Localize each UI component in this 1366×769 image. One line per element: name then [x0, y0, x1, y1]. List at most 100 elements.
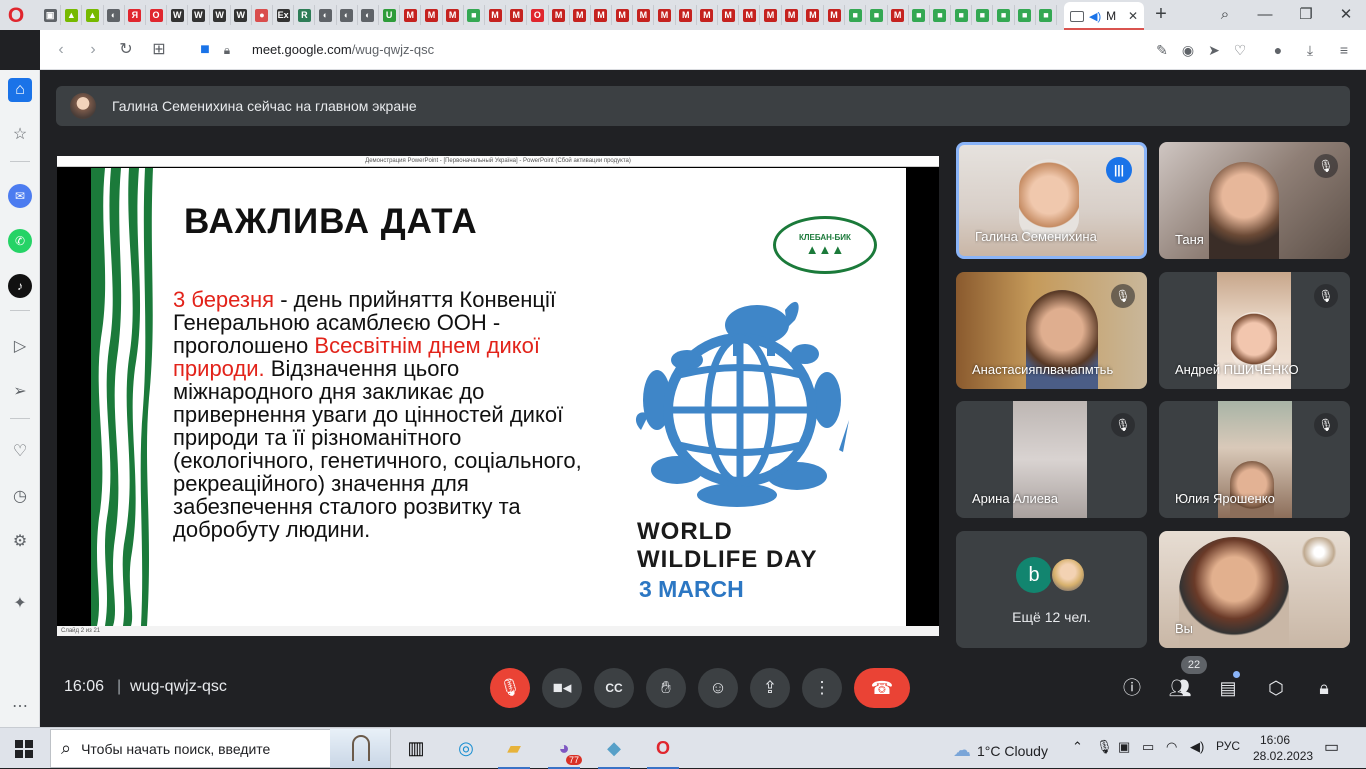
end-call-button[interactable]: ☎︎ — [854, 668, 910, 708]
app-tray-icon[interactable]: ▣ — [1118, 739, 1130, 755]
messenger-icon[interactable]: ✉ — [8, 184, 32, 208]
show-hidden-icons-icon[interactable]: ⌃ — [1072, 739, 1083, 755]
bookmarks-heart-icon[interactable]: ♡ — [8, 440, 32, 464]
browser-tab[interactable]: M — [400, 5, 422, 25]
browser-tab[interactable]: M — [485, 5, 507, 25]
browser-tab[interactable]: ● — [252, 5, 274, 25]
forward-icon[interactable]: › — [82, 39, 104, 61]
browser-tab[interactable]: M — [760, 5, 782, 25]
browser-tab[interactable]: W — [167, 5, 189, 25]
browser-tab[interactable]: M — [718, 5, 740, 25]
mic-toggle-button[interactable]: 🎙︎ — [490, 668, 530, 708]
battery-icon[interactable]: ▭ — [1142, 739, 1154, 755]
tab-grid-icon[interactable]: ⊞ — [148, 39, 170, 61]
notifications-icon[interactable]: ▭ — [1324, 737, 1339, 757]
browser-tab[interactable]: ■ — [972, 5, 994, 25]
host-controls-icon[interactable]: 🔒︎ — [1310, 674, 1338, 702]
raise-hand-button[interactable]: ✋︎ — [646, 668, 686, 708]
active-tab[interactable]: ◀) M ✕ — [1064, 2, 1144, 30]
browser-tab[interactable]: R — [294, 5, 316, 25]
browser-tab[interactable]: ■ — [845, 5, 867, 25]
browser-tab[interactable]: ◐ — [315, 5, 337, 25]
browser-tab[interactable]: M — [570, 5, 591, 25]
language-indicator[interactable]: РУС — [1216, 739, 1240, 753]
browser-tab[interactable]: ▲ — [61, 5, 83, 25]
edit-icon[interactable]: ✎ — [1152, 40, 1172, 60]
more-participants-tile[interactable]: b Ещё 12 чел. — [956, 531, 1147, 648]
meeting-details-icon[interactable]: ⓘ — [1118, 674, 1146, 702]
browser-tab[interactable]: ■ — [909, 5, 930, 25]
self-view-tile[interactable]: Вы — [1159, 531, 1350, 648]
browser-tab[interactable]: M — [443, 5, 464, 25]
browser-tab[interactable]: ◐ — [358, 5, 379, 25]
browser-tab[interactable]: M — [421, 5, 443, 25]
speaker-icon[interactable]: ◀) — [1089, 10, 1101, 23]
history-icon[interactable]: ◷ — [8, 485, 32, 509]
browser-tab[interactable]: O — [146, 5, 168, 25]
volume-icon[interactable]: ◀) — [1190, 739, 1204, 755]
participant-tile[interactable]: 🎙︎ Арина Алиева — [956, 401, 1147, 518]
browser-tab[interactable]: W — [210, 5, 231, 25]
wifi-icon[interactable]: ◠ — [1166, 739, 1177, 755]
browser-tab[interactable]: O — [527, 5, 549, 25]
browser-tab[interactable]: M — [888, 5, 909, 25]
app-icon[interactable]: ◆ — [594, 732, 634, 769]
viber-icon[interactable]: ◕ 77 — [544, 732, 584, 769]
participant-tile[interactable]: 🎙︎ Анастасияплвачапмтьь — [956, 272, 1147, 389]
browser-tab[interactable]: M — [739, 5, 761, 25]
captions-button[interactable]: CC — [594, 668, 634, 708]
lock-icon[interactable]: 🔒︎ — [216, 39, 238, 61]
close-tab-icon[interactable]: ✕ — [1128, 9, 1138, 23]
minimize-icon[interactable]: — — [1253, 4, 1277, 26]
close-window-icon[interactable]: ✕ — [1334, 4, 1358, 26]
back-icon[interactable]: ‹ — [50, 39, 72, 61]
heart-icon[interactable]: ♡ — [1230, 40, 1250, 60]
browser-tab[interactable]: U — [379, 5, 401, 25]
browser-tab[interactable]: W — [231, 5, 252, 25]
search-tabs-icon[interactable]: ⌕ — [1213, 4, 1237, 26]
chat-icon[interactable]: ▤ — [1214, 674, 1242, 702]
url-field[interactable]: meet.google.com/wug-qwjz-qsc — [252, 42, 434, 57]
edge-icon[interactable]: ◎ — [446, 732, 486, 765]
settings-gear-icon[interactable]: ⚙ — [8, 530, 32, 554]
activities-icon[interactable]: ⬡ — [1262, 674, 1290, 702]
taskbar-clock[interactable]: 16:06 28.02.2023 — [1253, 732, 1313, 764]
browser-tab[interactable]: M — [676, 5, 697, 25]
home-icon[interactable]: ⌂ — [8, 78, 32, 102]
participant-tile[interactable]: 🎙︎ Юлия Ярошенко — [1159, 401, 1350, 518]
browser-tab[interactable]: M — [697, 5, 718, 25]
flow-icon[interactable]: ➢ — [8, 380, 32, 404]
browser-tab[interactable]: ◐ — [104, 5, 125, 25]
browser-tab[interactable]: ■ — [866, 5, 888, 25]
browser-tab[interactable]: M — [612, 5, 634, 25]
reactions-button[interactable]: ☺ — [698, 668, 738, 708]
opera-logo-icon[interactable]: O — [4, 4, 28, 28]
file-explorer-icon[interactable]: ▰ — [494, 732, 534, 769]
presentation-view[interactable]: Демонстрация PowerPoint - [Первоначальны… — [57, 156, 939, 636]
camera-in-use-icon[interactable]: ■ — [194, 39, 216, 61]
browser-tab[interactable]: M — [549, 5, 570, 25]
task-view-icon[interactable]: ▥ — [396, 732, 436, 765]
more-options-button[interactable]: ⋮ — [802, 668, 842, 708]
browser-tab[interactable]: Я — [125, 5, 146, 25]
present-screen-button[interactable]: ⇪ — [750, 668, 790, 708]
tips-lightbulb-icon[interactable]: ✦ — [8, 592, 32, 616]
mic-tray-icon[interactable]: 🎙︎ — [1096, 739, 1113, 755]
browser-tab[interactable]: ■ — [951, 5, 973, 25]
browser-tab[interactable]: ■ — [930, 5, 952, 25]
browser-tab[interactable]: ■ — [993, 5, 1015, 25]
browser-tab[interactable]: M — [803, 5, 824, 25]
player-icon[interactable]: ▷ — [8, 335, 32, 359]
camera-toggle-button[interactable]: ■◂ — [542, 668, 582, 708]
browser-tab[interactable]: M — [633, 5, 655, 25]
opera-taskbar-icon[interactable]: O — [643, 732, 683, 769]
browser-tab[interactable]: ■ — [1015, 5, 1036, 25]
weather-widget[interactable]: ☁ 1°C Cloudy — [953, 740, 1048, 761]
browser-tab[interactable]: ▲ — [82, 5, 104, 25]
more-dots-icon[interactable]: ⋯ — [8, 695, 32, 719]
tiktok-icon[interactable]: ♪ — [8, 274, 32, 298]
profile-icon[interactable]: ● — [1268, 40, 1288, 60]
browser-tab[interactable]: M — [591, 5, 613, 25]
browser-tab[interactable]: ▣ — [40, 5, 62, 25]
participant-tile[interactable]: 🎙︎ Андрей ПШИЧЕНКО — [1159, 272, 1350, 389]
